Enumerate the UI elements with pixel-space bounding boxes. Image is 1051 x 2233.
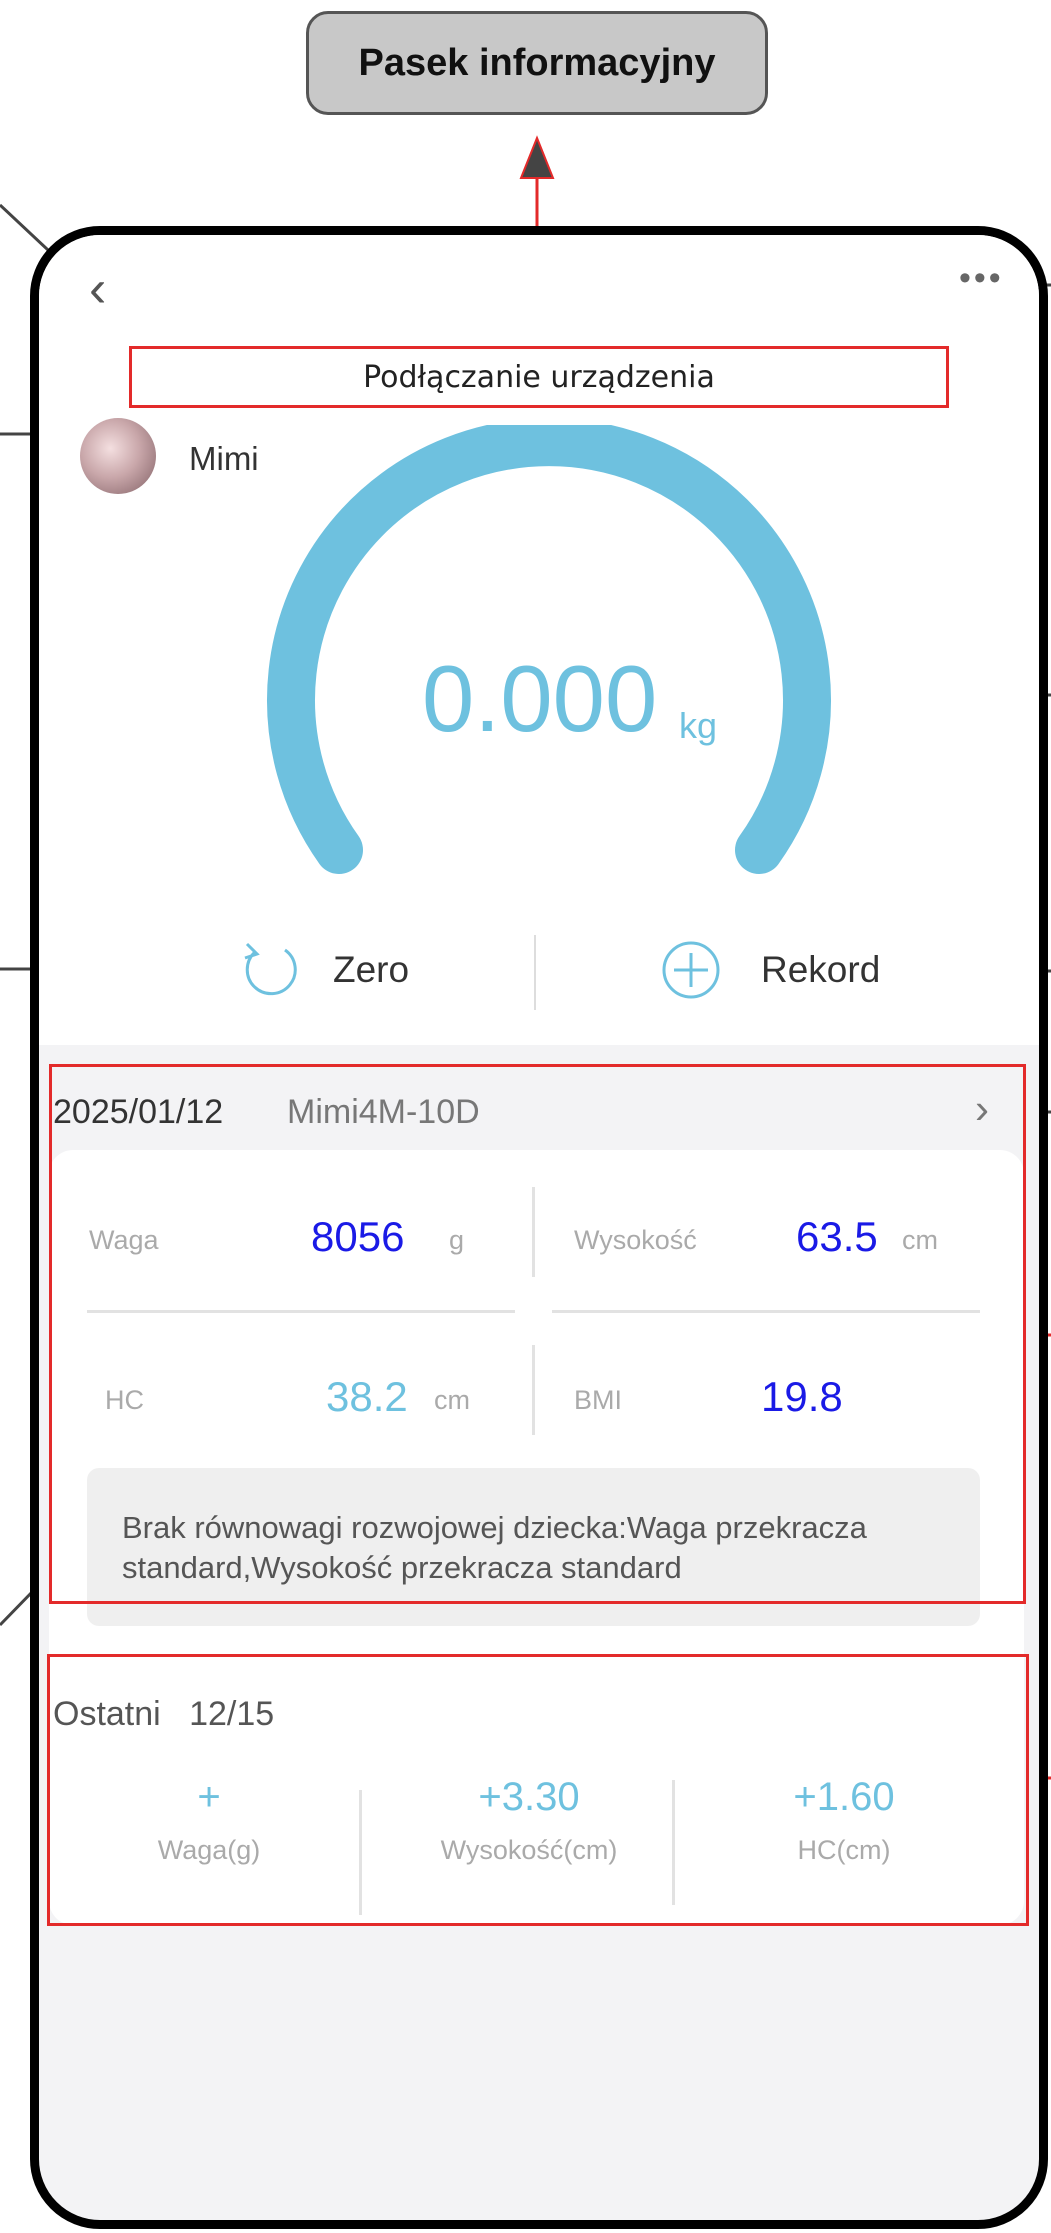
zero-button[interactable]: Zero: [239, 925, 409, 1015]
connection-status-bar: Podłączanie urządzenia: [129, 346, 949, 408]
action-divider: [534, 935, 536, 1010]
weight-value: 0.000: [422, 646, 658, 751]
add-icon: [662, 941, 720, 999]
record-button[interactable]: Rekord: [661, 925, 880, 1015]
reset-icon: [244, 942, 297, 996]
recent-highlight-box: [47, 1654, 1029, 1926]
phone-screen: ‹ ••• Podłączanie urządzenia Mimi 0.000 …: [30, 226, 1048, 2229]
back-icon[interactable]: ‹: [89, 263, 106, 315]
action-row: Zero Rekord: [39, 925, 1039, 1015]
record-label: Rekord: [761, 949, 881, 990]
info-bar-callout: Pasek informacyjny: [306, 11, 768, 115]
zero-label: Zero: [333, 949, 410, 990]
record-highlight-box: [49, 1064, 1026, 1604]
more-options-icon[interactable]: •••: [959, 261, 1004, 295]
avatar[interactable]: [80, 418, 156, 494]
weight-unit: kg: [679, 705, 718, 746]
callout-arrow-head: [519, 135, 555, 179]
